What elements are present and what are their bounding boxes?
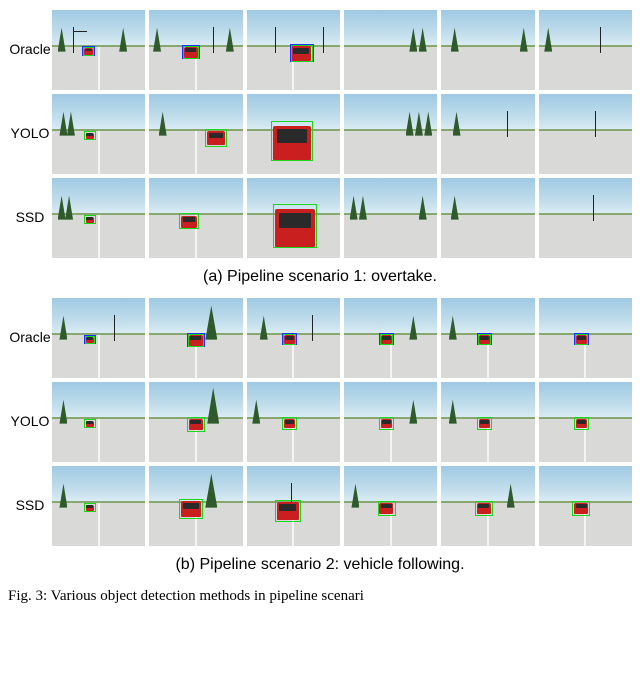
scenario-b-yolo-cells — [52, 382, 632, 462]
scenario-a-ssd-cells — [52, 178, 632, 258]
frame — [52, 94, 145, 174]
bbox-icon — [84, 131, 96, 140]
frame — [149, 466, 242, 546]
frame — [539, 10, 632, 90]
scenario-a-oracle-cells — [52, 10, 632, 90]
scenario-b-grid: Oracle — [8, 298, 632, 550]
bbox-icon — [574, 417, 589, 430]
scenario-b-row-oracle: Oracle — [8, 298, 632, 378]
bbox-icon — [572, 501, 590, 516]
row-label-yolo-b: YOLO — [8, 382, 52, 462]
scenario-a-row-ssd: SSD — [8, 178, 632, 258]
scenario-b-oracle-cells — [52, 298, 632, 378]
bbox-icon — [379, 417, 394, 430]
frame — [149, 382, 242, 462]
bbox-icon — [83, 47, 94, 56]
frame — [149, 178, 242, 258]
figure-3-caption: Fig. 3: Various object detection methods… — [8, 588, 632, 605]
frame — [344, 298, 437, 378]
bbox-icon — [378, 501, 396, 516]
frame — [247, 382, 340, 462]
bbox-icon — [187, 417, 205, 432]
frame — [52, 10, 145, 90]
frame — [539, 94, 632, 174]
bbox-icon — [84, 503, 96, 512]
frame — [344, 94, 437, 174]
bbox-icon — [85, 336, 95, 344]
frame — [247, 298, 340, 378]
bbox-icon — [188, 334, 204, 347]
subcaption-b: (b) Pipeline scenario 2: vehicle followi… — [175, 556, 464, 574]
scenario-b-ssd-cells — [52, 466, 632, 546]
frame — [441, 178, 534, 258]
frame — [52, 178, 145, 258]
scenario-a-row-yolo: YOLO — [8, 94, 632, 174]
frame — [344, 466, 437, 546]
scenario-a-grid: Oracle — [8, 10, 632, 262]
frame — [539, 382, 632, 462]
frame — [441, 10, 534, 90]
row-label-ssd-a: SSD — [8, 178, 52, 258]
frame — [52, 466, 145, 546]
bbox-icon — [477, 417, 492, 430]
bbox-icon — [179, 499, 203, 519]
frame — [539, 178, 632, 258]
row-label-oracle-a: Oracle — [8, 10, 52, 90]
bbox-icon — [475, 501, 493, 516]
frame — [247, 466, 340, 546]
bbox-icon — [179, 213, 199, 229]
figure-3: Oracle — [0, 0, 640, 609]
frame — [539, 298, 632, 378]
frame — [441, 382, 534, 462]
frame — [344, 178, 437, 258]
bbox-icon — [275, 500, 301, 522]
frame — [149, 94, 242, 174]
scenario-a-row-oracle: Oracle — [8, 10, 632, 90]
scenario-b-row-ssd: SSD — [8, 466, 632, 546]
bbox-icon — [575, 334, 588, 345]
scenario-a-yolo-cells — [52, 94, 632, 174]
frame — [247, 94, 340, 174]
bbox-icon — [283, 334, 296, 345]
bbox-icon — [380, 334, 393, 345]
scenario-b-row-yolo: YOLO — [8, 382, 632, 462]
frame — [441, 94, 534, 174]
frame — [344, 382, 437, 462]
frame — [441, 298, 534, 378]
frame — [441, 466, 534, 546]
bbox-icon — [478, 334, 491, 345]
bbox-icon — [183, 46, 199, 59]
bbox-icon — [205, 129, 227, 147]
frame — [52, 298, 145, 378]
bbox-icon — [291, 45, 313, 62]
row-label-oracle-b: Oracle — [8, 298, 52, 378]
bbox-icon — [84, 419, 96, 428]
row-label-ssd-b: SSD — [8, 466, 52, 546]
frame — [149, 10, 242, 90]
subcaption-a: (a) Pipeline scenario 1: overtake. — [203, 268, 437, 286]
frame — [247, 10, 340, 90]
frame — [247, 178, 340, 258]
bbox-icon — [84, 215, 96, 224]
frame — [52, 382, 145, 462]
frame — [149, 298, 242, 378]
bbox-icon — [271, 121, 313, 161]
frame — [539, 466, 632, 546]
row-label-yolo-a: YOLO — [8, 94, 52, 174]
frame — [344, 10, 437, 90]
bbox-icon — [273, 204, 317, 248]
bbox-icon — [282, 417, 297, 430]
